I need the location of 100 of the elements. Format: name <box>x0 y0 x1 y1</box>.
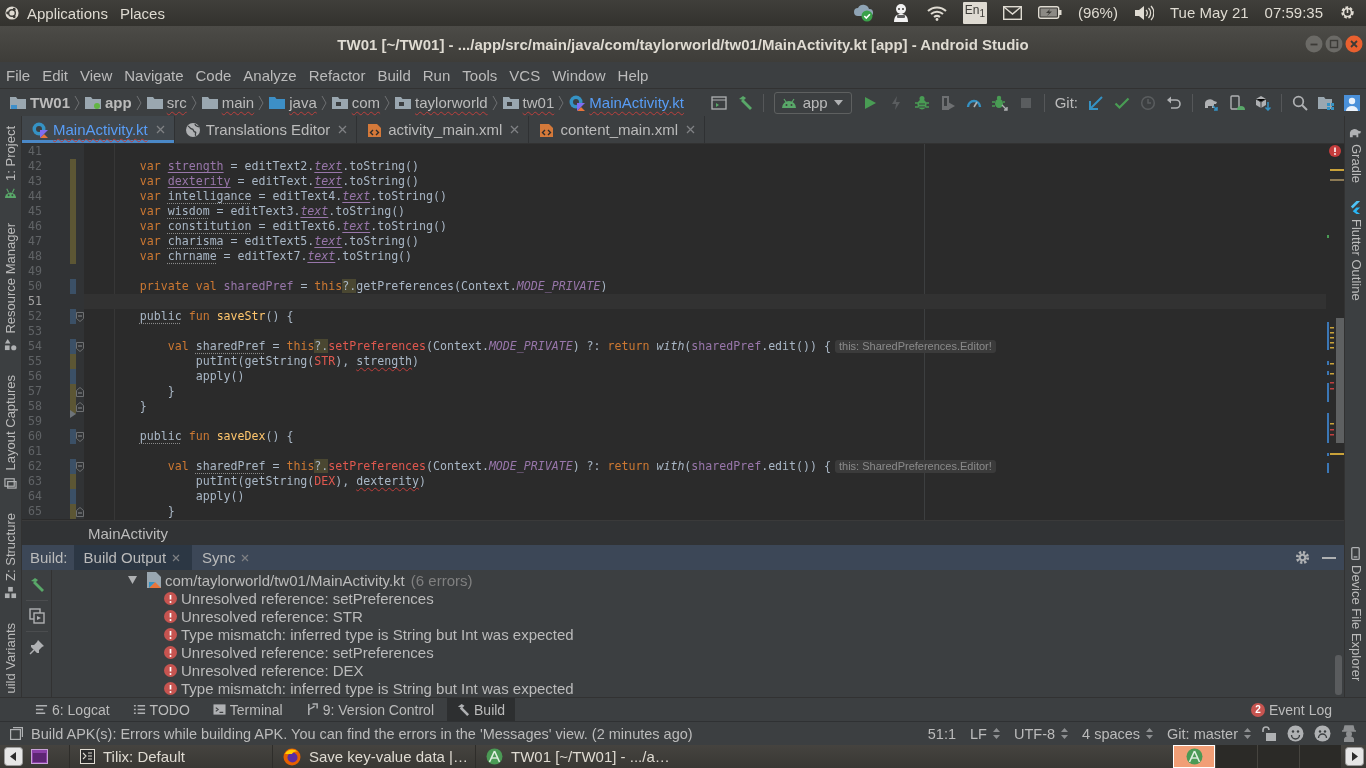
bug-arrow-icon[interactable] <box>991 94 1008 111</box>
breadcrumb-item[interactable]: TW01 <box>10 94 70 111</box>
expand-triangle-icon[interactable] <box>128 576 137 584</box>
close-icon[interactable] <box>510 125 520 134</box>
lock-icon[interactable] <box>1261 725 1277 742</box>
change-marker[interactable] <box>70 354 76 369</box>
breadcrumb-item[interactable]: MainActivity.kt <box>569 94 685 111</box>
menu-item[interactable]: View <box>74 66 119 84</box>
battery-icon[interactable] <box>1037 6 1062 20</box>
close-icon[interactable] <box>686 125 695 134</box>
change-marker[interactable] <box>70 339 76 354</box>
tool-window-button[interactable]: uild Variants <box>1 622 20 694</box>
breadcrumb-item[interactable]: src <box>146 94 187 111</box>
change-marker[interactable] <box>70 489 76 504</box>
breadcrumb-item[interactable]: taylorworld <box>395 94 488 111</box>
editor-tab[interactable]: activity_main.xml <box>357 116 530 143</box>
status-item[interactable]: UTF-8 <box>1013 725 1069 742</box>
workspace-switcher-cell[interactable] <box>1257 745 1299 768</box>
fold-icon[interactable] <box>76 401 84 412</box>
taskbar-window-button[interactable]: Tilix: Default <box>69 745 272 768</box>
smiley-icon[interactable] <box>1287 725 1304 742</box>
volume-icon[interactable] <box>1133 5 1154 21</box>
fold-icon[interactable] <box>76 341 84 352</box>
tool-window-button[interactable]: Gradle <box>1346 126 1365 184</box>
tool-window-button[interactable]: 1: Project <box>1 126 20 199</box>
tool-window-button[interactable]: Z: Structure <box>1 512 20 599</box>
editor-tab[interactable]: content_main.xml <box>529 116 705 143</box>
change-marker[interactable] <box>70 279 76 294</box>
arrow-icon[interactable] <box>1088 94 1104 111</box>
stacked-windows-icon[interactable] <box>28 608 45 624</box>
close-icon[interactable] <box>172 553 181 562</box>
run-config-dropdown[interactable]: app <box>773 91 852 114</box>
breadcrumb-item[interactable]: java <box>269 94 317 111</box>
window-icon[interactable] <box>710 94 727 111</box>
circle-logo-icon[interactable] <box>5 6 19 20</box>
tool-window-tab[interactable]: TODO <box>122 698 200 721</box>
triangle-marker-icon[interactable] <box>70 410 76 418</box>
menu-item[interactable]: Edit <box>36 66 75 84</box>
close-button[interactable] <box>1345 35 1363 53</box>
panel-menu[interactable]: Places <box>119 4 165 22</box>
device-play-icon[interactable] <box>939 94 956 111</box>
search-icon[interactable] <box>1292 94 1308 111</box>
fold-icon[interactable] <box>76 506 84 517</box>
workspace-switcher-cell[interactable] <box>1215 745 1257 768</box>
change-marker[interactable] <box>70 384 76 399</box>
breadcrumb-item[interactable]: com <box>331 94 381 111</box>
minimize-button[interactable] <box>1305 35 1323 53</box>
change-marker[interactable] <box>70 309 76 324</box>
panel-menu[interactable]: Applications <box>27 4 108 22</box>
error-message[interactable]: Unresolved reference: setPreferences <box>181 589 434 607</box>
code-breadcrumb[interactable]: MainActivity <box>88 524 169 542</box>
maximize-button[interactable] <box>1325 35 1343 53</box>
tool-window-button[interactable]: Device File Explorer <box>1346 546 1365 681</box>
change-marker[interactable] <box>70 474 76 489</box>
cube-icon[interactable] <box>1255 94 1271 111</box>
tool-window-button[interactable]: Resource Manager <box>1 222 20 352</box>
error-message[interactable]: Type mismatch: inferred type is String but Int was expected <box>181 679 574 697</box>
breadcrumb-item[interactable]: tw01 <box>502 94 555 111</box>
status-item[interactable]: 51:1 <box>927 725 957 742</box>
error-message[interactable]: Unresolved reference: STR <box>181 607 363 625</box>
change-marker[interactable] <box>70 159 76 174</box>
phone-icon[interactable] <box>1229 94 1245 111</box>
panel-tab[interactable]: Build Output <box>73 545 193 570</box>
tool-window-button[interactable]: Flutter Outline <box>1346 201 1365 301</box>
error-message[interactable]: Unresolved reference: DEX <box>181 661 364 679</box>
change-marker[interactable] <box>70 504 76 519</box>
menu-item[interactable]: Navigate <box>118 66 190 84</box>
menu-item[interactable]: Code <box>189 66 238 84</box>
close-icon[interactable] <box>241 553 250 562</box>
panel-clock[interactable]: 07:59:35 <box>1264 4 1323 22</box>
undo-icon[interactable] <box>1166 94 1182 111</box>
menu-item[interactable]: Help <box>611 66 655 84</box>
panel-date[interactable]: Tue May 21 <box>1169 4 1249 22</box>
status-item[interactable]: Git: master <box>1167 725 1251 742</box>
window-icon[interactable] <box>31 749 48 764</box>
change-marker[interactable] <box>70 459 76 474</box>
tree-item[interactable]: com/taylorworld/tw01/MainActivity.kt <box>165 571 405 589</box>
event-log-button[interactable]: Event Log <box>1268 701 1332 718</box>
menu-item[interactable]: Refactor <box>302 66 372 84</box>
gear-icon[interactable] <box>1339 4 1356 22</box>
editor-tab[interactable]: Translations Editor <box>174 116 358 143</box>
pin-icon[interactable] <box>28 639 45 655</box>
close-icon[interactable] <box>338 125 348 134</box>
fold-icon[interactable] <box>76 431 84 442</box>
wifi-icon[interactable] <box>926 5 947 21</box>
status-item[interactable]: LF <box>970 725 1000 742</box>
menu-item[interactable]: Analyze <box>237 66 303 84</box>
error-message[interactable]: Type mismatch: inferred type is String but Int was expected <box>181 625 574 643</box>
fold-icon[interactable] <box>76 461 84 472</box>
menu-item[interactable]: File <box>0 66 37 84</box>
mail-icon[interactable] <box>1002 6 1022 20</box>
status-item[interactable]: 4 spaces <box>1082 725 1154 742</box>
bug-icon[interactable] <box>913 94 930 111</box>
error-message[interactable]: Unresolved reference: setPreferences <box>181 643 434 661</box>
error-icon[interactable] <box>1329 145 1341 157</box>
scrollbar-thumb[interactable] <box>1335 655 1342 695</box>
hat-figure-icon[interactable] <box>1341 725 1357 742</box>
taskbar-window-button[interactable]: Save key-value data |… <box>272 745 475 768</box>
breadcrumb-item[interactable]: main <box>201 94 255 111</box>
folder-grid-icon[interactable] <box>1318 94 1334 111</box>
